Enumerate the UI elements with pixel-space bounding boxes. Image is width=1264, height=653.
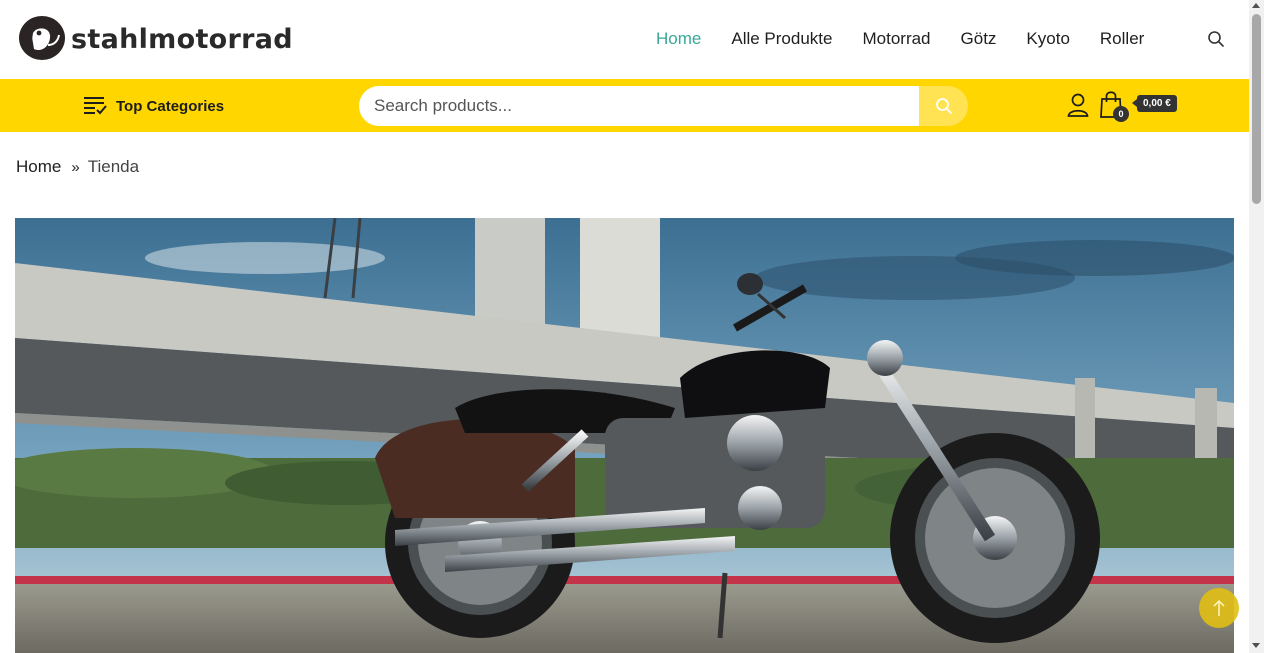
back-to-top-button[interactable]: [1199, 588, 1239, 628]
search-input[interactable]: [359, 86, 919, 126]
cart-count-badge: 0: [1113, 106, 1129, 122]
search-icon[interactable]: [1207, 30, 1225, 48]
search-button[interactable]: [919, 86, 968, 126]
top-categories-button[interactable]: Top Categories: [84, 96, 224, 116]
breadcrumb-current: Tienda: [87, 157, 140, 176]
arrow-up-icon: [1213, 599, 1225, 616]
nav-item-alle-produkte[interactable]: Alle Produkte: [731, 29, 832, 49]
double-chevron-right-icon: »: [71, 158, 80, 176]
scroll-down-arrow-icon[interactable]: [1252, 643, 1260, 648]
user-icon[interactable]: [1067, 93, 1089, 117]
brand-name: stahlmotorrad: [71, 23, 293, 55]
toolbar: Top Categories 0 0,00 €: [0, 79, 1249, 132]
top-categories-label: Top Categories: [116, 97, 225, 115]
search-icon: [935, 98, 952, 114]
hero-banner-image: [15, 218, 1234, 653]
product-search: [359, 86, 968, 126]
nav-item-motorrad[interactable]: Motorrad: [862, 29, 930, 49]
motorcycle-photo: [15, 218, 1234, 653]
nav-item-home[interactable]: Home: [656, 29, 701, 49]
list-check-icon: [84, 97, 107, 115]
nav-item-kyoto[interactable]: Kyoto: [1026, 29, 1069, 49]
scrollbar-thumb[interactable]: [1252, 14, 1261, 204]
scroll-up-arrow-icon[interactable]: [1252, 3, 1260, 8]
breadcrumb: Home » Tienda: [16, 157, 139, 177]
nav-item-roller[interactable]: Roller: [1100, 29, 1144, 49]
site-logo[interactable]: stahlmotorrad: [18, 15, 293, 61]
main-nav: Home Alle Produkte Motorrad Götz Kyoto R…: [656, 29, 1174, 49]
page-scrollbar[interactable]: [1249, 0, 1264, 653]
site-header: stahlmotorrad Home Alle Produkte Motorra…: [0, 0, 1249, 79]
penguin-logo-icon: [19, 16, 65, 60]
cart-total-badge: 0,00 €: [1132, 95, 1177, 112]
nav-item-gotz[interactable]: Götz: [961, 29, 997, 49]
breadcrumb-home-link[interactable]: Home: [16, 157, 61, 177]
